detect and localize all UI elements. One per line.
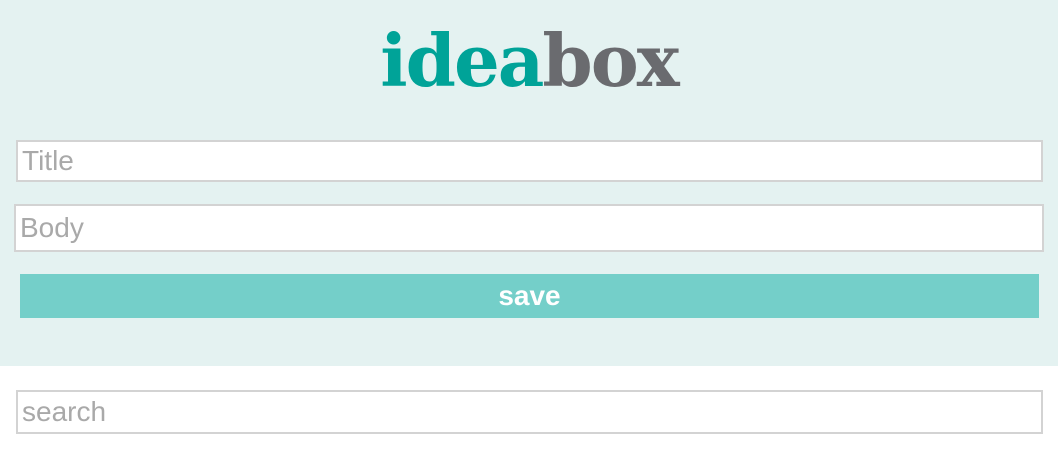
save-button[interactable]: save (20, 274, 1039, 318)
logo-box-text: box (542, 18, 679, 103)
header-section: ideabox save (0, 0, 1058, 366)
body-input[interactable] (14, 204, 1044, 252)
title-input[interactable] (16, 140, 1043, 182)
app-logo: ideabox (0, 18, 1058, 104)
logo-idea-text: idea (380, 18, 544, 103)
search-input[interactable] (16, 390, 1043, 434)
